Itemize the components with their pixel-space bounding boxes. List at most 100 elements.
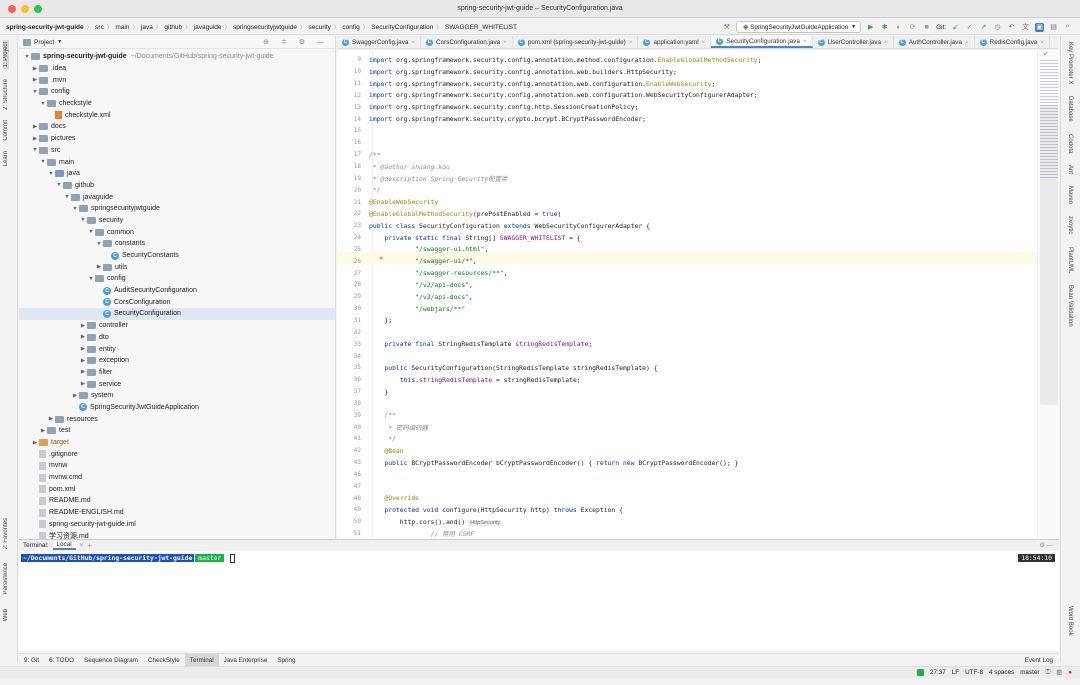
close-icon[interactable]: × — [411, 39, 415, 46]
collapse-arrow-icon[interactable]: ▶ — [47, 416, 55, 422]
tree-item[interactable]: ▼ common — [19, 226, 335, 238]
bottom-tool-tab[interactable]: CheckStyle — [143, 654, 185, 666]
collapse-arrow-icon[interactable]: ▶ — [79, 323, 87, 329]
terminal-prompt[interactable]: ~/Documents/GitHub/spring-security-jwt-g… — [19, 553, 1059, 563]
editor-tab[interactable]: C CorsConfiguration.java × — [421, 36, 513, 48]
tree-item[interactable]: ▶ .mvn — [19, 74, 335, 86]
tree-item[interactable]: checkstyle.xml — [19, 109, 335, 121]
collapse-arrow-icon[interactable]: ▶ — [71, 393, 79, 399]
git-branch-status[interactable]: master — [1020, 669, 1039, 676]
tool-tab-learn[interactable]: Learn — [3, 151, 9, 166]
close-icon[interactable]: × — [884, 39, 888, 46]
tree-item[interactable]: C SecurityConfiguration — [19, 308, 335, 320]
close-icon[interactable]: × — [503, 39, 507, 46]
scrollbar-thumb[interactable] — [1040, 105, 1058, 405]
expand-arrow-icon[interactable]: ▼ — [31, 147, 39, 153]
tree-item[interactable]: C SecurityConstants — [19, 250, 335, 262]
tool-tab-project[interactable]: 1: Project — [3, 40, 9, 70]
expand-arrow-icon[interactable]: ▼ — [79, 217, 87, 223]
editor-tab[interactable]: Cpom.xml (spring-security-jwt-guide) × — [513, 36, 639, 48]
tree-item[interactable]: ▶ filter — [19, 367, 335, 379]
breadcrumb-item[interactable]: spring-security-jwt-guide — [6, 24, 84, 31]
tree-item[interactable]: ▶ target — [19, 437, 335, 449]
close-icon[interactable]: × — [1040, 39, 1044, 46]
run-icon[interactable]: ▶ — [866, 23, 875, 32]
collapse-arrow-icon[interactable]: ▶ — [79, 358, 87, 364]
breadcrumb-item[interactable]: main — [115, 24, 129, 31]
expand-arrow-icon[interactable]: ▼ — [71, 206, 79, 212]
collapse-arrow-icon[interactable]: ▶ — [79, 369, 87, 375]
collapse-arrow-icon[interactable]: ▶ — [31, 77, 39, 83]
rollback-icon[interactable]: ↶ — [1007, 23, 1016, 32]
tree-item[interactable]: ▶ dto — [19, 332, 335, 344]
tool-tab-favorites[interactable]: 2: Favorites — [3, 518, 9, 549]
tree-item[interactable]: C AuditSecurityConfiguration — [19, 285, 335, 297]
translate-icon[interactable]: 文 — [1021, 23, 1030, 32]
tool-tab[interactable]: zxoytic — [1067, 216, 1073, 234]
tool-tab[interactable]: Maven — [1067, 186, 1073, 204]
tool-tab[interactable]: Bean Validation — [1067, 285, 1073, 327]
bottom-tool-tab[interactable]: Terminal — [184, 654, 219, 666]
breadcrumb-item[interactable]: springsecurityjwtguide — [233, 24, 297, 31]
breadcrumb-item[interactable]: github — [164, 24, 182, 31]
expand-arrow-icon[interactable]: ▼ — [31, 89, 39, 95]
tree-item[interactable]: ▼ security — [19, 215, 335, 227]
editor-tab[interactable]: C SecurityConfiguration.java × — [711, 36, 813, 48]
editor-tab[interactable]: Capplication.yaml × — [638, 36, 712, 48]
tree-item[interactable]: ▼ javaguide — [19, 191, 335, 203]
terminal-tab-local[interactable]: Local — [52, 541, 76, 550]
expand-arrow-icon[interactable]: ▼ — [47, 171, 55, 177]
tree-item[interactable]: ▶ system — [19, 390, 335, 402]
breadcrumb-item[interactable]: security — [308, 24, 330, 31]
run-config-selector[interactable]: ◆ SpringSecurityJwtGuideApplication ▼ — [736, 21, 862, 33]
coverage-icon[interactable]: ◐ — [894, 23, 903, 32]
indent-setting[interactable]: 4 spaces — [989, 669, 1014, 676]
history-icon[interactable]: ◷ — [993, 23, 1002, 32]
tool-tab[interactable]: Codota — [1067, 134, 1073, 153]
breadcrumb-item[interactable]: config — [342, 24, 359, 31]
tree-item[interactable]: 学习资源.md — [19, 530, 335, 539]
minimap[interactable]: ✓ — [1037, 50, 1059, 539]
tool-tab[interactable]: Ant — [1067, 165, 1073, 174]
breadcrumb-item[interactable]: src — [95, 24, 104, 31]
tree-item[interactable]: README.md — [19, 495, 335, 507]
bulb-icon[interactable]: ● — [379, 255, 383, 262]
breadcrumb-item[interactable]: java — [141, 24, 153, 31]
lock-icon[interactable]: ⚿ — [1045, 669, 1050, 677]
tree-item[interactable]: spring-security-jwt-guide.iml — [19, 519, 335, 531]
collapse-arrow-icon[interactable]: ▶ — [31, 124, 39, 130]
collapse-arrow-icon[interactable]: ▶ — [79, 381, 87, 387]
tool-tab-web[interactable]: Web — [3, 609, 9, 621]
collapse-arrow-icon[interactable]: ▶ — [79, 334, 87, 340]
tree-item[interactable]: ▶ utils — [19, 261, 335, 273]
notifications-icon[interactable]: ● — [1068, 669, 1072, 676]
git-update-icon[interactable]: ↙ — [951, 23, 960, 32]
expand-arrow-icon[interactable]: ▼ — [55, 182, 63, 188]
editor-tab[interactable]: C AuthController.java × — [894, 36, 975, 48]
line-separator[interactable]: LF — [952, 669, 959, 676]
tree-item[interactable]: mvnw — [19, 460, 335, 472]
tree-item[interactable]: C SpringSecurityJwtGuideApplication — [19, 402, 335, 414]
breadcrumb-item[interactable]: SecurityConfiguration — [371, 24, 433, 31]
expand-arrow-icon[interactable]: ▼ — [23, 54, 31, 60]
git-commit-icon[interactable]: ✓ — [965, 23, 974, 32]
bottom-tool-tab[interactable]: Sequence Diagram — [79, 654, 143, 666]
collapse-arrow-icon[interactable]: ▶ — [39, 428, 47, 434]
profile-icon[interactable]: ⟳ — [908, 23, 917, 32]
add-terminal-icon[interactable]: + — [87, 541, 92, 550]
tree-item[interactable]: ▼ config — [19, 86, 335, 98]
caret-position[interactable]: 27:37 — [930, 669, 946, 676]
tool-tab-persistence[interactable]: Persistence — [3, 563, 9, 594]
close-icon[interactable]: × — [80, 542, 84, 549]
tree-item[interactable]: ▶ test — [19, 425, 335, 437]
tool-tab-commit[interactable]: Commit — [3, 120, 9, 141]
memory-icon[interactable]: ▥ — [1056, 669, 1062, 676]
editor-tab[interactable]: C RedisConfig.java × — [975, 36, 1050, 48]
code-editor[interactable]: 9 import org.springframework.security.con… — [337, 50, 1037, 539]
close-icon[interactable]: × — [965, 39, 969, 46]
tree-item[interactable]: ▼ main — [19, 156, 335, 168]
tree-item[interactable]: ▶ docs — [19, 121, 335, 133]
tree-item[interactable]: README-ENGLISH.md — [19, 507, 335, 519]
tree-item[interactable]: C CorsConfiguration — [19, 296, 335, 308]
collapse-arrow-icon[interactable]: ▶ — [31, 66, 39, 72]
